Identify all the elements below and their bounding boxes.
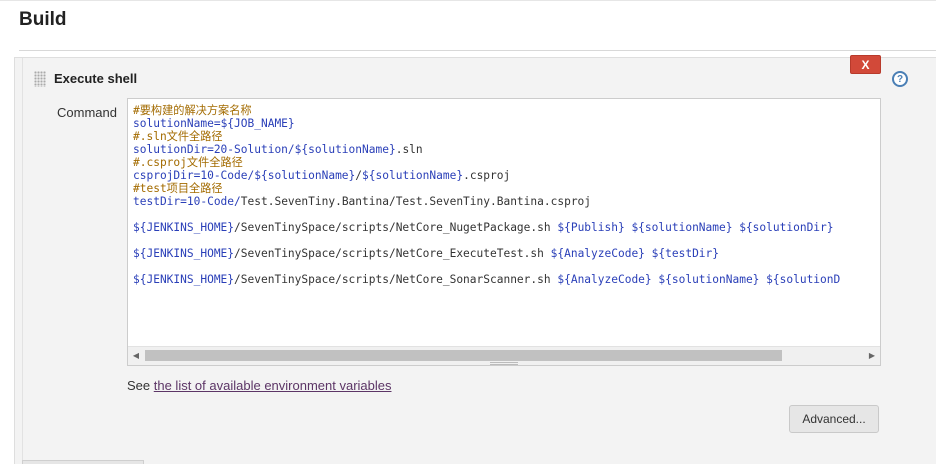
code-token: solutionDir=20-Solution/	[133, 143, 295, 156]
code-line: #test项目全路径	[133, 182, 880, 195]
code-line: #.sln文件全路径	[133, 130, 880, 143]
code-token: #test项目全路径	[133, 182, 223, 195]
code-token: csprojDir=10-Code/	[133, 169, 255, 182]
code-token: ${solutionName}	[254, 169, 356, 182]
add-step-button-edge[interactable]	[22, 460, 144, 464]
scroll-right-icon[interactable]: ▶	[864, 347, 880, 364]
delete-step-button[interactable]: X	[850, 55, 881, 74]
top-divider	[0, 0, 936, 1]
command-label: Command	[57, 105, 117, 120]
code-token: #.sln文件全路径	[133, 130, 223, 143]
code-line: csprojDir=10-Code/${solutionName}/${solu…	[133, 169, 880, 182]
code-token: Test.SevenTiny.Bantina/Test.SevenTiny.Ba…	[240, 195, 592, 208]
code-token: /SevenTinySpace/scripts/NetCore_SonarSca…	[234, 273, 558, 286]
advanced-button[interactable]: Advanced...	[789, 405, 879, 433]
code-token: #要构建的解决方案名称	[133, 104, 252, 117]
code-line: solutionName=${JOB_NAME}	[133, 117, 880, 130]
code-token: ${solutionName}	[294, 143, 396, 156]
env-vars-prefix: See	[127, 378, 154, 393]
code-token: .csproj	[463, 169, 511, 182]
code-token: ${AnalyzeCode} ${testDir}	[550, 247, 720, 260]
env-vars-link[interactable]: the list of available environment variab…	[154, 378, 392, 393]
code-token: solutionName=	[133, 117, 221, 130]
resize-grip-icon[interactable]	[490, 362, 518, 366]
env-vars-note: See the list of available environment va…	[127, 378, 392, 393]
code-token: /SevenTinySpace/scripts/NetCore_ExecuteT…	[234, 247, 551, 260]
help-icon[interactable]: ?	[892, 71, 908, 87]
code-token: .sln	[395, 143, 423, 156]
scrollbar-thumb[interactable]	[145, 350, 782, 361]
code-token: ${JENKINS_HOME}	[133, 247, 235, 260]
code-token: ${Publish} ${solutionName} ${solutionDir…	[557, 221, 834, 234]
code-line: ${JENKINS_HOME}/SevenTinySpace/scripts/N…	[133, 273, 880, 286]
code-line: ${JENKINS_HOME}/SevenTinySpace/scripts/N…	[133, 221, 880, 234]
code-token: ${AnalyzeCode} ${solutionName} ${solutio…	[557, 273, 841, 286]
step-title: Execute shell	[54, 71, 138, 86]
code-line: solutionDir=20-Solution/${solutionName}.…	[133, 143, 880, 156]
scroll-left-icon[interactable]: ◀	[128, 347, 144, 364]
code-line: #要构建的解决方案名称	[133, 104, 880, 117]
code-token: ${JOB_NAME}	[220, 117, 295, 130]
code-token: ${JENKINS_HOME}	[133, 221, 235, 234]
command-code[interactable]: #要构建的解决方案名称 solutionName=${JOB_NAME} #.sln…	[133, 104, 880, 286]
section-title: Build	[19, 9, 67, 30]
jenkins-build-config: Build Execute shell X ? Command #要构建的解决方…	[0, 0, 936, 464]
section-divider	[19, 50, 936, 51]
code-token: ${JENKINS_HOME}	[133, 273, 235, 286]
code-token: /SevenTinySpace/scripts/NetCore_NugetPac…	[234, 221, 558, 234]
code-line: ${JENKINS_HOME}/SevenTinySpace/scripts/N…	[133, 247, 880, 260]
code-line: #.csproj文件全路径	[133, 156, 880, 169]
code-token: testDir=10-Code/	[133, 195, 241, 208]
command-editor[interactable]: #要构建的解决方案名称 solutionName=${JOB_NAME} #.sln…	[127, 98, 881, 366]
code-token: ${solutionName}	[362, 169, 464, 182]
code-line: testDir=10-Code/Test.SevenTiny.Bantina/T…	[133, 195, 880, 208]
code-token: #.csproj文件全路径	[133, 156, 243, 169]
drag-handle-icon[interactable]	[34, 71, 46, 87]
